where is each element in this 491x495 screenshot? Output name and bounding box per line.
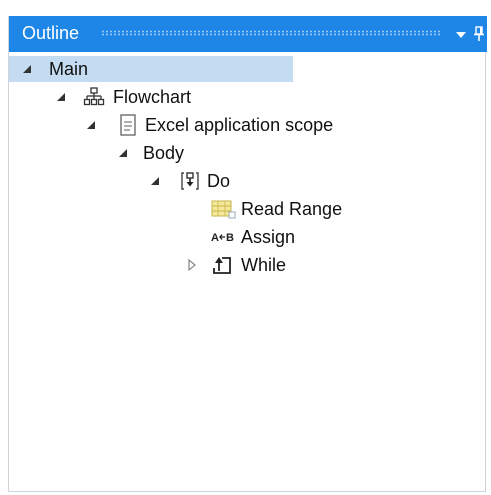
- tree-node-read-range[interactable]: Read Range: [9, 196, 369, 222]
- tree-node-label: Flowchart: [113, 87, 192, 107]
- expand-arrow-icon[interactable]: [55, 90, 69, 104]
- expand-arrow-icon[interactable]: [117, 146, 131, 160]
- tree-node-label: While: [241, 255, 287, 275]
- drag-grip[interactable]: [101, 30, 441, 36]
- tree-node-label: Main: [49, 59, 89, 79]
- tree-node-label: Body: [143, 143, 185, 163]
- expand-arrow-icon[interactable]: [85, 118, 99, 132]
- pin-icon[interactable]: [471, 25, 487, 43]
- outline-title-bar[interactable]: Outline: [9, 16, 487, 52]
- sequence-icon: [179, 171, 201, 191]
- assign-icon: A B: [211, 227, 241, 247]
- svg-text:A: A: [211, 232, 219, 244]
- panel-title: Outline: [22, 23, 80, 43]
- tree-node-excel-application-scope[interactable]: Excel application scope: [9, 112, 389, 138]
- chevron-down-icon[interactable]: [453, 25, 469, 43]
- flowchart-icon: [83, 87, 105, 107]
- tree-node-label: Do: [207, 171, 231, 191]
- document-icon: [119, 114, 137, 136]
- svg-text:B: B: [226, 232, 234, 244]
- collapsed-arrow-icon[interactable]: [185, 258, 199, 272]
- tree-node-label: Assign: [241, 227, 296, 247]
- outline-panel: Outline Main Flowchart Excel application…: [8, 16, 487, 492]
- expand-arrow-icon[interactable]: [149, 174, 163, 188]
- tree-node-body[interactable]: Body: [9, 140, 229, 166]
- tree-node-main[interactable]: Main: [9, 56, 293, 82]
- tree-node-while[interactable]: While: [9, 252, 329, 278]
- read-range-icon: [211, 198, 237, 220]
- while-loop-icon: [211, 255, 233, 275]
- expand-arrow-icon[interactable]: [21, 62, 35, 76]
- tree-node-assign[interactable]: A B Assign: [9, 224, 329, 250]
- tree-node-label: Read Range: [241, 199, 343, 219]
- tree-node-do[interactable]: Do: [9, 168, 269, 194]
- tree-node-flowchart[interactable]: Flowchart: [9, 84, 309, 110]
- tree-node-label: Excel application scope: [145, 115, 334, 135]
